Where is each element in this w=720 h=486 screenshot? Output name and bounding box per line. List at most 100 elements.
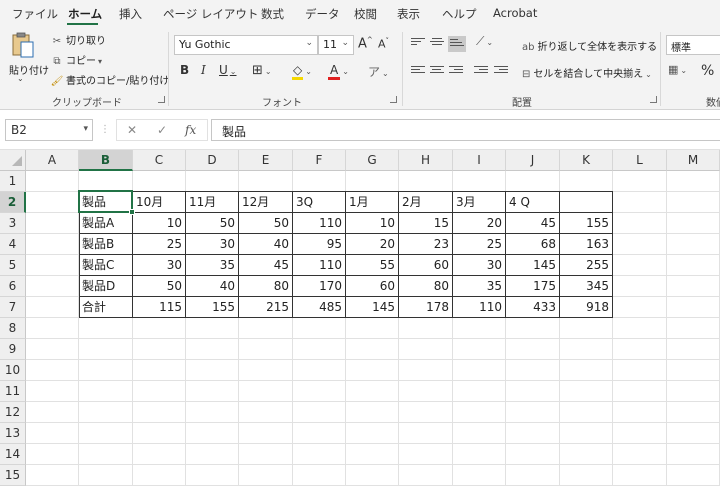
tab-page-layout[interactable]: ページ レイアウト [163,6,258,22]
cell-j4[interactable]: 68 [506,234,560,255]
cell-a7[interactable] [26,297,79,318]
align-right-icon[interactable] [449,66,463,78]
cell-b4[interactable]: 製品B [79,234,133,255]
cell-b5[interactable]: 製品C [79,255,133,276]
cell-h5[interactable]: 60 [399,255,453,276]
wrap-text-button[interactable]: ab 折り返して全体を表示する [522,38,657,53]
cell-i3[interactable]: 20 [453,213,506,234]
row-header-6[interactable]: 6 [0,276,26,297]
cell-f3[interactable]: 110 [293,213,346,234]
cell-i7[interactable]: 110 [453,297,506,318]
cell-b6[interactable]: 製品D [79,276,133,297]
cell-b15[interactable] [79,465,133,486]
row-header-13[interactable]: 13 [0,423,26,444]
row-header-15[interactable]: 15 [0,465,26,486]
cell-m6[interactable] [667,276,720,297]
row-header-5[interactable]: 5 [0,255,26,276]
cell-a3[interactable] [26,213,79,234]
cell-d13[interactable] [186,423,239,444]
cell-g1[interactable] [346,171,399,192]
cell-h15[interactable] [399,465,453,486]
cell-k11[interactable] [560,381,613,402]
cell-m15[interactable] [667,465,720,486]
cell-d3[interactable]: 50 [186,213,239,234]
cell-e2[interactable]: 12月 [239,192,293,213]
column-header-k[interactable]: K [560,150,613,171]
orientation-button[interactable]: ⟋ ⌄ [476,34,493,52]
row-header-3[interactable]: 3 [0,213,26,234]
cell-c8[interactable] [133,318,186,339]
cell-g14[interactable] [346,444,399,465]
cell-e12[interactable] [239,402,293,423]
bold-button[interactable]: B [180,63,189,81]
cell-a1[interactable] [26,171,79,192]
cell-h12[interactable] [399,402,453,423]
cell-c13[interactable] [133,423,186,444]
increase-indent-icon[interactable] [494,66,508,78]
cell-j12[interactable] [506,402,560,423]
cell-i9[interactable] [453,339,506,360]
grow-font-button[interactable]: A^ [358,36,373,54]
cell-l4[interactable] [613,234,667,255]
cell-c9[interactable] [133,339,186,360]
cell-a9[interactable] [26,339,79,360]
align-bottom-icon[interactable] [448,36,466,52]
align-top-icon[interactable] [411,38,425,50]
tab-help[interactable]: ヘルプ [442,6,477,22]
row-header-12[interactable]: 12 [0,402,26,423]
cell-j7[interactable]: 433 [506,297,560,318]
cell-j3[interactable]: 45 [506,213,560,234]
tab-acrobat[interactable]: Acrobat [493,6,537,20]
font-name-select[interactable]: Yu Gothic ⌄ [174,35,318,55]
tab-formulas[interactable]: 数式 [261,6,284,22]
align-center-icon[interactable] [430,66,444,78]
italic-button[interactable]: I [201,63,206,81]
underline-button[interactable]: U ⌄ [219,63,237,81]
cell-j13[interactable] [506,423,560,444]
cell-j8[interactable] [506,318,560,339]
alignment-launcher-icon[interactable] [650,96,657,103]
cell-l15[interactable] [613,465,667,486]
cell-l8[interactable] [613,318,667,339]
cell-c4[interactable]: 25 [133,234,186,255]
cell-b13[interactable] [79,423,133,444]
cell-c6[interactable]: 50 [133,276,186,297]
cell-f9[interactable] [293,339,346,360]
cell-m14[interactable] [667,444,720,465]
cell-b12[interactable] [79,402,133,423]
cell-f14[interactable] [293,444,346,465]
cell-l7[interactable] [613,297,667,318]
cell-e15[interactable] [239,465,293,486]
cell-h1[interactable] [399,171,453,192]
cell-j10[interactable] [506,360,560,381]
cell-c10[interactable] [133,360,186,381]
cell-g8[interactable] [346,318,399,339]
column-header-e[interactable]: E [239,150,293,171]
cell-e3[interactable]: 50 [239,213,293,234]
cell-i13[interactable] [453,423,506,444]
cell-l9[interactable] [613,339,667,360]
cell-j9[interactable] [506,339,560,360]
cell-j5[interactable]: 145 [506,255,560,276]
cell-i6[interactable]: 35 [453,276,506,297]
cell-j15[interactable] [506,465,560,486]
cell-k1[interactable] [560,171,613,192]
borders-button[interactable]: ⊞ ⌄ [252,63,272,81]
cell-e13[interactable] [239,423,293,444]
row-header-11[interactable]: 11 [0,381,26,402]
row-header-7[interactable]: 7 [0,297,26,318]
cell-d8[interactable] [186,318,239,339]
column-header-g[interactable]: G [346,150,399,171]
cell-i5[interactable]: 30 [453,255,506,276]
tab-view[interactable]: 表示 [397,6,420,22]
cell-g6[interactable]: 60 [346,276,399,297]
cell-g13[interactable] [346,423,399,444]
cell-m11[interactable] [667,381,720,402]
insert-function-icon[interactable]: fx [185,123,196,137]
font-launcher-icon[interactable] [390,96,397,103]
column-header-h[interactable]: H [399,150,453,171]
cell-j1[interactable] [506,171,560,192]
cell-i1[interactable] [453,171,506,192]
cell-k10[interactable] [560,360,613,381]
cell-b9[interactable] [79,339,133,360]
